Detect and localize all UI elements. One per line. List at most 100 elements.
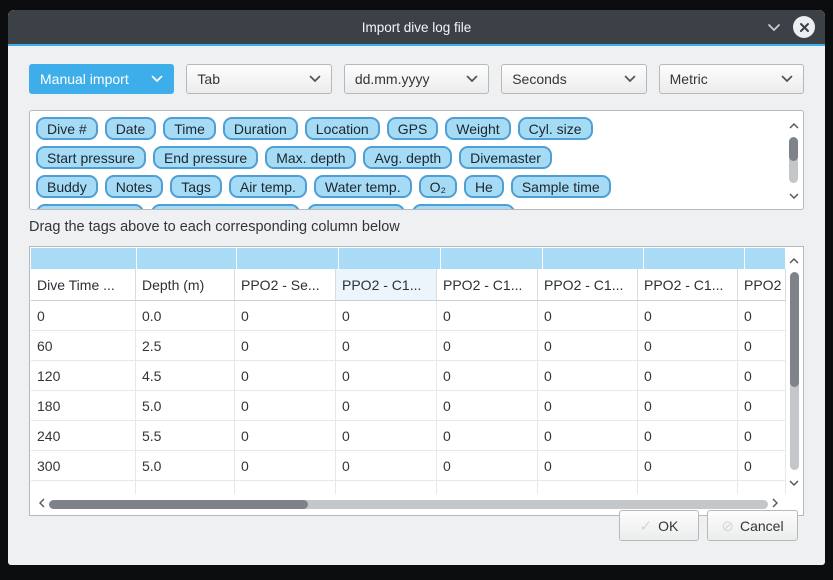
scrollbar-track[interactable]	[789, 137, 798, 183]
tag-chip[interactable]: Air temp.	[229, 175, 307, 198]
tag-chip[interactable]: Sample CNS	[412, 204, 515, 209]
combo-value: Seconds	[512, 71, 623, 87]
chevron-down-icon	[624, 75, 636, 83]
scrollbar-track[interactable]	[49, 500, 768, 509]
tag-chip[interactable]: Divemaster	[459, 146, 552, 169]
tag-drop-cell[interactable]	[31, 248, 136, 269]
table-row[interactable]: 2405.5000000	[31, 421, 786, 451]
tag-chip[interactable]: Buddy	[36, 175, 98, 198]
table-cell: 0	[235, 331, 336, 360]
table-cell	[136, 481, 235, 494]
table-body: 00.0000000602.50000001204.50000001805.00…	[31, 301, 786, 494]
scrollbar-thumb[interactable]	[789, 137, 798, 161]
scroll-down-icon[interactable]	[789, 470, 799, 494]
tag-chip[interactable]: Weight	[445, 117, 510, 140]
window-title: Import dive log file	[362, 20, 472, 35]
tag-chip[interactable]: Notes	[105, 175, 164, 198]
column-header[interactable]: Depth (m)	[136, 269, 235, 300]
table-cell: 0	[235, 421, 336, 450]
table-row[interactable]: 602.5000000	[31, 331, 786, 361]
table-cell: 0	[638, 421, 738, 450]
tag-chip[interactable]: Dive #	[36, 117, 98, 140]
close-icon[interactable]	[793, 16, 815, 38]
table-row[interactable]: 1204.5000000	[31, 361, 786, 391]
table-cell: 0	[437, 361, 538, 390]
titlebar[interactable]: Import dive log file	[8, 10, 825, 44]
table-row[interactable]: 00.0000000	[31, 301, 786, 331]
column-header[interactable]: Dive Time ...	[31, 269, 136, 300]
import-dive-log-dialog: Import dive log file Manual import Tab dd.…	[8, 10, 825, 565]
chevron-down-icon	[781, 75, 793, 83]
table-cell: 0	[437, 331, 538, 360]
tag-row: Sample depth Sample temperature Sample pO₂…	[36, 204, 781, 209]
scrollbar-thumb[interactable]	[49, 500, 308, 509]
tag-drop-cell[interactable]	[237, 248, 338, 269]
combo-duration-format[interactable]: Seconds	[501, 64, 646, 94]
tags-vertical-scrollbar[interactable]	[786, 113, 801, 207]
table-cell: 0	[738, 451, 786, 480]
tag-row: Dive # Date Time Duration Location GPS Weight C…	[36, 117, 781, 140]
table-cell: 0	[738, 421, 786, 450]
tag-chip[interactable]: End pressure	[153, 146, 258, 169]
combo-units[interactable]: Metric	[659, 64, 804, 94]
tag-chip[interactable]: Start pressure	[36, 146, 146, 169]
tag-chip[interactable]: Sample depth	[36, 204, 144, 209]
table-cell: 0	[235, 301, 336, 330]
column-header[interactable]: PPO2	[738, 269, 786, 300]
tag-chip[interactable]: Time	[163, 117, 216, 140]
column-header[interactable]: PPO2 - C1...	[336, 269, 437, 300]
chevron-down-icon	[151, 75, 163, 83]
ok-button[interactable]: ✓ OK	[619, 510, 699, 541]
table-cell: 5.0	[136, 451, 235, 480]
column-header[interactable]: PPO2 - C1...	[437, 269, 538, 300]
table-cell	[638, 481, 738, 494]
scroll-down-icon[interactable]	[789, 183, 799, 207]
tag-chip[interactable]: Sample pO₂	[307, 204, 404, 209]
scrollbar-track[interactable]	[790, 272, 799, 470]
combo-field-separator[interactable]: Tab	[186, 64, 331, 94]
table-cell: 4.5	[136, 361, 235, 390]
shade-chevron-down-icon[interactable]	[767, 23, 781, 32]
tag-chip[interactable]: Date	[105, 117, 157, 140]
tag-drop-cell[interactable]	[441, 248, 542, 269]
tag-chip[interactable]: Max. depth	[265, 146, 356, 169]
tag-drop-cell[interactable]	[745, 248, 785, 269]
tag-chip[interactable]: Avg. depth	[363, 146, 452, 169]
tag-chip[interactable]: He	[464, 175, 504, 198]
column-header[interactable]: PPO2 - C1...	[538, 269, 638, 300]
scrollbar-thumb[interactable]	[790, 272, 799, 387]
tag-chip[interactable]: GPS	[387, 117, 439, 140]
scroll-left-icon[interactable]	[35, 495, 49, 513]
combo-manual-import[interactable]: Manual import	[29, 64, 174, 94]
tag-chip[interactable]: Cyl. size	[518, 117, 593, 140]
table-cell: 0	[336, 391, 437, 420]
tag-chip[interactable]: Tags	[170, 175, 222, 198]
tag-chip[interactable]: O₂	[419, 175, 457, 198]
tag-drop-cell[interactable]	[543, 248, 643, 269]
table-cell: 0	[738, 331, 786, 360]
scroll-up-icon[interactable]	[789, 248, 799, 272]
combo-date-format[interactable]: dd.mm.yyyy	[344, 64, 489, 94]
table-vertical-scrollbar[interactable]	[786, 248, 802, 494]
tag-drop-cell[interactable]	[339, 248, 440, 269]
table-cell	[31, 481, 136, 494]
tag-drop-cell[interactable]	[137, 248, 236, 269]
dialog-content: Manual importTabdd.mm.yyyySecondsMetric …	[8, 46, 825, 516]
tag-chip[interactable]: Sample time	[511, 175, 611, 198]
scroll-up-icon[interactable]	[789, 113, 799, 137]
column-header[interactable]: PPO2 - Se...	[235, 269, 336, 300]
table-row[interactable]: 1805.0000000	[31, 391, 786, 421]
tag-drop-cell[interactable]	[644, 248, 744, 269]
table-row[interactable]: 3005.0000000	[31, 451, 786, 481]
tag-row: Start pressure End pressure Max. depth Avg.…	[36, 146, 781, 169]
table-cell: 0	[31, 301, 136, 330]
column-header[interactable]: PPO2 - C1...	[638, 269, 738, 300]
tag-chip[interactable]: Sample temperature	[151, 204, 300, 209]
tag-chip[interactable]: Duration	[223, 117, 298, 140]
tag-chip[interactable]: Water temp.	[314, 175, 412, 198]
combo-value: Manual import	[40, 71, 151, 87]
tag-chip[interactable]: Location	[305, 117, 380, 140]
table-cell	[738, 481, 786, 494]
cancel-button[interactable]: ⊘ Cancel	[707, 510, 798, 541]
table-cell: 0	[738, 301, 786, 330]
